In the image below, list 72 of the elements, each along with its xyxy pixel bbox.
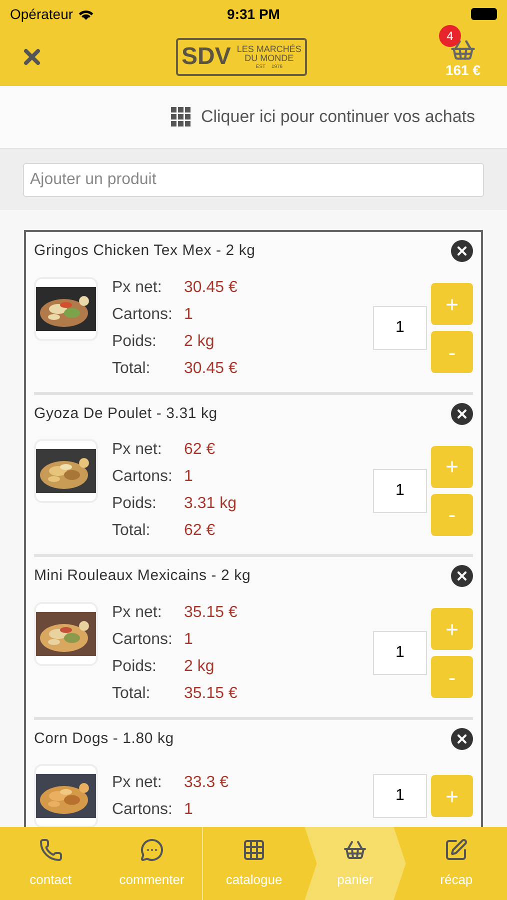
quantity-field[interactable]: 1 — [373, 631, 427, 675]
increase-button[interactable]: + — [431, 608, 473, 650]
field-label: Poids: — [112, 656, 158, 676]
product-title: Gyoza De Poulet - 3.31 kg — [34, 404, 218, 424]
decrease-button[interactable]: - — [431, 656, 473, 698]
field-label: Poids: — [112, 494, 158, 514]
logo-initials: SDV — [182, 45, 231, 69]
cart-total: 161 € — [445, 63, 480, 77]
field-value: 2 kg — [184, 656, 214, 676]
field-value: 33.3 € — [184, 772, 228, 792]
increase-button[interactable]: + — [431, 775, 473, 817]
field-value: 1 — [184, 800, 193, 820]
tab[interactable]: catalogue — [202, 827, 305, 900]
remove-button[interactable] — [451, 565, 473, 588]
field-value: 35.15 € — [184, 684, 238, 704]
continue-shopping-link[interactable]: Cliquer ici pour continuer vos achats — [200, 104, 475, 130]
field-label: Poids: — [112, 332, 158, 352]
field-label: Cartons: — [112, 467, 174, 487]
increase-button[interactable]: + — [431, 283, 473, 325]
phone-icon — [38, 838, 63, 862]
field-value: 30.45 € — [184, 278, 238, 298]
tab[interactable]: commenter — [101, 827, 202, 900]
field-label: Px net: — [112, 602, 163, 622]
edit-icon — [444, 838, 468, 862]
field-value: 62 € — [184, 440, 216, 460]
wifi-icon — [77, 8, 96, 20]
grid-icon — [242, 838, 266, 862]
field-value: 1 — [184, 630, 193, 650]
decrease-button[interactable]: - — [431, 331, 473, 373]
field-value: 30.45 € — [184, 358, 238, 378]
add-product-field[interactable]: Ajouter un produit — [23, 162, 484, 196]
close-icon — [455, 569, 469, 584]
field-label: Px net: — [112, 278, 163, 298]
carrier-name: Opérateur — [10, 4, 74, 24]
field-label: Total: — [112, 521, 152, 541]
field-label: Cartons: — [112, 800, 174, 820]
field-value: 2 kg — [184, 332, 214, 352]
quantity-field[interactable]: 1 — [373, 774, 427, 818]
quantity-field[interactable]: 1 — [373, 468, 427, 512]
field-label: Cartons: — [112, 304, 174, 324]
field-value: 62 € — [184, 521, 216, 541]
field-value: 1 — [184, 304, 193, 324]
logo-text: DU MONDE — [244, 54, 294, 62]
grid-icon — [170, 107, 191, 127]
logo-text: LES MARCHÉS — [236, 44, 302, 54]
product-title: Mini Rouleaux Mexicains - 2 kg — [34, 566, 251, 586]
field-label: Px net: — [112, 440, 163, 460]
close-icon — [455, 406, 469, 421]
field-value: 1 — [184, 467, 193, 487]
quantity-field[interactable]: 1 — [373, 306, 427, 350]
tab[interactable]: récap — [406, 827, 507, 900]
close-icon — [455, 244, 469, 258]
status-time: 9:31 PM — [227, 4, 280, 24]
product-title: Corn Dogs - 1.80 kg — [34, 728, 174, 748]
decrease-button[interactable]: - — [431, 494, 473, 536]
tab[interactable]: contact — [0, 827, 102, 900]
battery-icon — [470, 8, 497, 20]
field-value: 35.15 € — [184, 602, 238, 622]
cart-count-badge: 4 — [438, 25, 461, 47]
chat-icon — [140, 838, 164, 862]
tab[interactable]: panier — [304, 827, 406, 900]
product-title: Gringos Chicken Tex Mex - 2 kg — [34, 241, 256, 261]
close-icon — [455, 732, 469, 746]
remove-button[interactable] — [451, 728, 473, 750]
field-label: Total: — [112, 358, 152, 378]
increase-button[interactable]: + — [431, 446, 473, 488]
remove-button[interactable] — [451, 240, 473, 262]
field-label: Cartons: — [112, 630, 174, 650]
field-value: 3.31 kg — [184, 494, 236, 514]
remove-button[interactable] — [451, 402, 473, 425]
field-label: Total: — [112, 684, 152, 704]
field-label: Px net: — [112, 772, 163, 792]
